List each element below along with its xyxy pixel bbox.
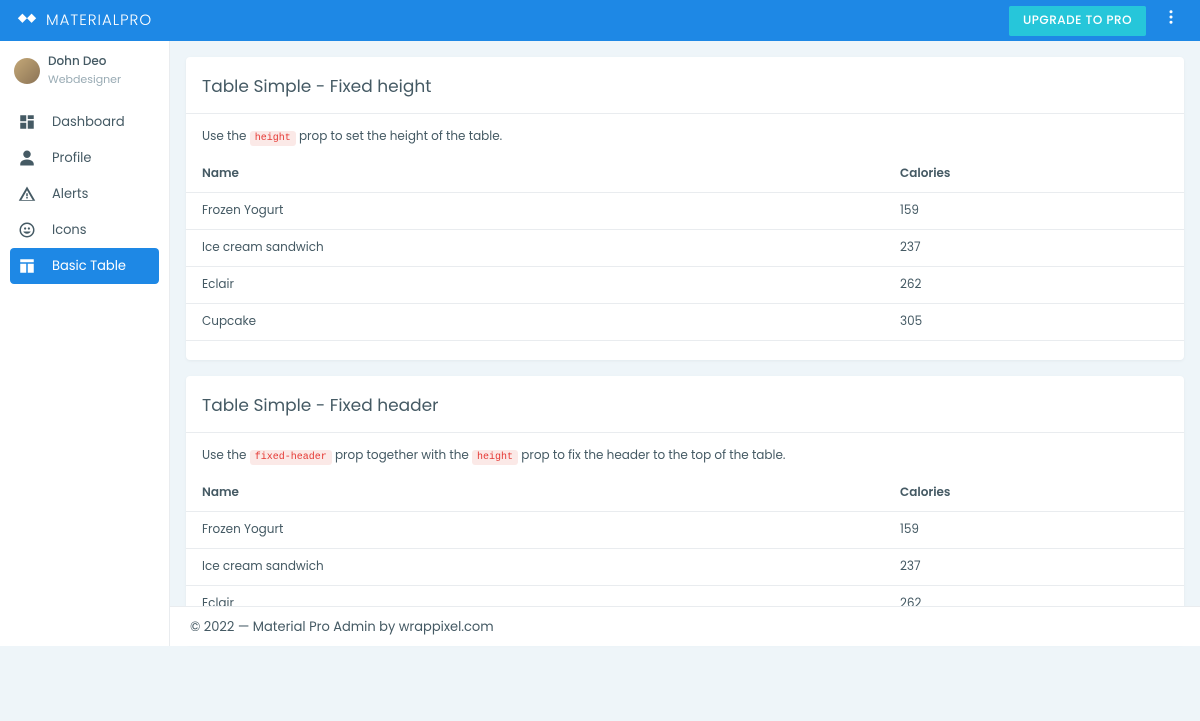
user-role: Webdesigner bbox=[48, 71, 121, 88]
brand[interactable]: MATERIALPRO bbox=[16, 9, 152, 32]
card-fixed-height: Table Simple - Fixed height Use the heig… bbox=[186, 57, 1184, 360]
table-row: Eclair262 bbox=[186, 267, 1184, 304]
person-icon bbox=[18, 149, 36, 167]
cell-calories: 159 bbox=[884, 193, 1184, 230]
card-title: Table Simple - Fixed header bbox=[186, 376, 1184, 432]
card-title: Table Simple - Fixed height bbox=[186, 57, 1184, 113]
th-calories: Calories bbox=[884, 156, 1184, 193]
sidebar-item-label: Dashboard bbox=[52, 112, 125, 132]
sidebar-item-basic-table[interactable]: Basic Table bbox=[10, 248, 159, 284]
table-row: Frozen Yogurt159 bbox=[186, 512, 1184, 549]
upgrade-button[interactable]: UPGRADE TO PRO bbox=[1009, 6, 1146, 36]
card-description: Use the height prop to set the height of… bbox=[186, 114, 1184, 156]
cell-name: Ice cream sandwich bbox=[186, 549, 884, 586]
sidebar: Dohn Deo Webdesigner Dashboard Profile A… bbox=[0, 41, 170, 646]
table-header-row: Name Calories bbox=[186, 156, 1184, 193]
table-header-row: Name Calories bbox=[186, 475, 1184, 512]
code-fixed-header: fixed-header bbox=[250, 450, 332, 465]
cell-calories: 237 bbox=[884, 230, 1184, 267]
th-name: Name bbox=[186, 156, 884, 193]
alert-icon bbox=[18, 185, 36, 203]
code-height: height bbox=[250, 131, 296, 146]
footer-text: © 2022 — Material Pro Admin by wrappixel… bbox=[190, 617, 494, 637]
code-height: height bbox=[472, 450, 518, 465]
cell-name: Frozen Yogurt bbox=[186, 193, 884, 230]
table-row: Ice cream sandwich237 bbox=[186, 230, 1184, 267]
user-name: Dohn Deo bbox=[48, 53, 121, 71]
cell-name: Ice cream sandwich bbox=[186, 230, 884, 267]
dashboard-icon bbox=[18, 113, 36, 131]
sidebar-item-label: Icons bbox=[52, 220, 87, 240]
sidebar-item-icons[interactable]: Icons bbox=[10, 212, 159, 248]
th-name: Name bbox=[186, 475, 884, 512]
cell-name: Eclair bbox=[186, 267, 884, 304]
avatar bbox=[14, 58, 40, 84]
sidebar-item-dashboard[interactable]: Dashboard bbox=[10, 104, 159, 140]
sidebar-item-alerts[interactable]: Alerts bbox=[10, 176, 159, 212]
table: Name Calories Frozen Yogurt159Ice cream … bbox=[186, 156, 1184, 346]
cell-calories: 305 bbox=[884, 304, 1184, 341]
topbar: MATERIALPRO UPGRADE TO PRO bbox=[0, 0, 1200, 41]
sidebar-item-label: Basic Table bbox=[52, 256, 126, 276]
logo-icon bbox=[16, 10, 38, 32]
sidebar-item-label: Profile bbox=[52, 148, 91, 168]
cell-calories: 237 bbox=[884, 549, 1184, 586]
cell-calories: 159 bbox=[884, 512, 1184, 549]
card-description: Use the fixed-header prop together with … bbox=[186, 433, 1184, 475]
table-scroll[interactable]: Name Calories Frozen Yogurt159Ice cream … bbox=[186, 156, 1184, 346]
cell-name: Frozen Yogurt bbox=[186, 512, 884, 549]
footer: © 2022 — Material Pro Admin by wrappixel… bbox=[170, 606, 1200, 646]
profile-block[interactable]: Dohn Deo Webdesigner bbox=[10, 53, 159, 88]
th-calories: Calories bbox=[884, 475, 1184, 512]
dots-vertical-icon bbox=[1162, 8, 1180, 26]
table-row: Cupcake305 bbox=[186, 304, 1184, 341]
cell-calories: 262 bbox=[884, 267, 1184, 304]
card-fixed-header: Table Simple - Fixed header Use the fixe… bbox=[186, 376, 1184, 644]
table-row: Ice cream sandwich237 bbox=[186, 549, 1184, 586]
cell-name: Cupcake bbox=[186, 304, 884, 341]
more-menu-button[interactable] bbox=[1158, 4, 1184, 37]
sidebar-item-label: Alerts bbox=[52, 184, 88, 204]
table-row: Frozen Yogurt159 bbox=[186, 193, 1184, 230]
brand-text: MATERIALPRO bbox=[46, 9, 152, 32]
table-icon bbox=[18, 257, 36, 275]
emoji-icon bbox=[18, 221, 36, 239]
sidebar-item-profile[interactable]: Profile bbox=[10, 140, 159, 176]
